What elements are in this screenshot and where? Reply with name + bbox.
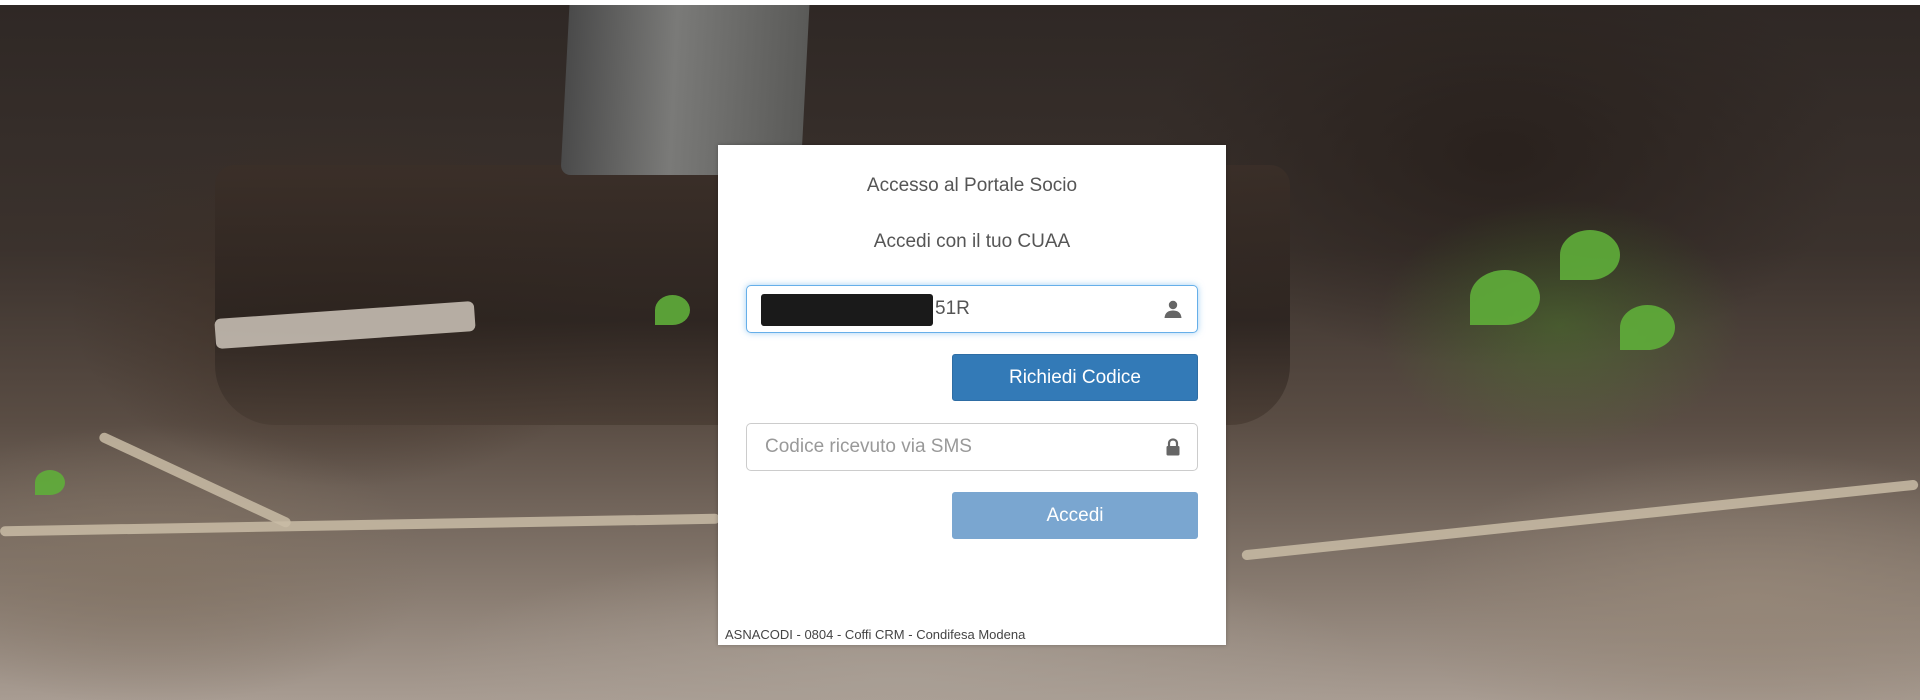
lock-icon	[1166, 438, 1180, 456]
cuaa-field[interactable]	[746, 285, 1198, 333]
page-title: Accesso al Portale Socio	[866, 175, 1078, 196]
user-icon	[1164, 300, 1182, 318]
sms-code-input[interactable]	[747, 424, 1147, 470]
straw-decoration	[97, 431, 293, 529]
redaction-bar	[761, 294, 933, 326]
sprout-decoration	[35, 470, 65, 495]
sms-code-field[interactable]	[746, 423, 1198, 471]
sprout-decoration	[1620, 305, 1675, 350]
straw-decoration	[1241, 479, 1919, 561]
straw-decoration	[0, 513, 721, 537]
footer-text: ASNACODI - 0804 - Coffi CRM - Condifesa …	[725, 627, 1026, 642]
login-panel: Accesso al Portale Socio Accedi con il t…	[718, 145, 1226, 645]
page-subtitle: Accedi con il tuo CUAA	[873, 231, 1071, 252]
login-button[interactable]: Accedi	[952, 492, 1198, 539]
sprout-decoration	[1560, 230, 1620, 280]
sprout-decoration	[655, 295, 690, 325]
sprout-decoration	[1470, 270, 1540, 325]
request-code-button[interactable]: Richiedi Codice	[952, 354, 1198, 401]
